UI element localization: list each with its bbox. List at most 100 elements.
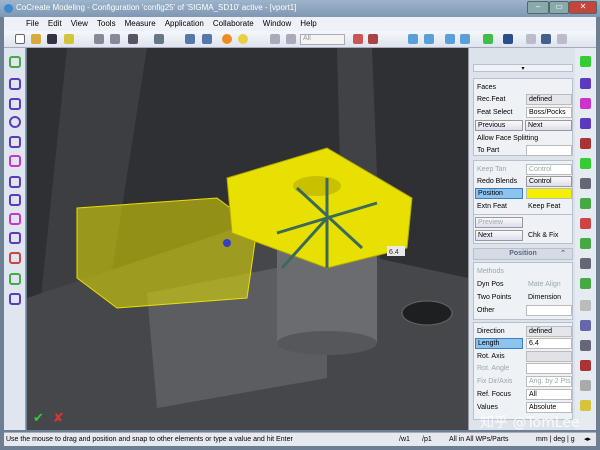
menu-help[interactable]: Help (300, 19, 316, 31)
maximize-button[interactable]: ▭ (549, 1, 569, 14)
menu-measure[interactable]: Measure (125, 19, 156, 31)
trim-icon[interactable] (9, 194, 21, 206)
database-icon[interactable] (580, 400, 591, 411)
faces-radio[interactable]: Faces (477, 82, 496, 93)
open-icon[interactable] (31, 34, 41, 44)
line-icon[interactable] (9, 78, 21, 90)
feature-icon[interactable] (580, 258, 591, 269)
pattern-icon[interactable] (9, 273, 21, 285)
dimension-icon[interactable] (9, 252, 21, 264)
position-section-header[interactable]: Position ⌃ (473, 248, 573, 260)
load-icon[interactable] (64, 34, 74, 44)
undo-icon[interactable] (185, 34, 195, 44)
sketch-icon[interactable] (9, 56, 21, 68)
assembly-icon[interactable] (580, 360, 591, 371)
length-input[interactable]: 6.4 (526, 338, 572, 349)
preview-button[interactable]: Preview (475, 217, 523, 228)
position-field[interactable] (526, 188, 572, 199)
fix-dir-axis-checkbox[interactable]: Fix Dir/Axis (477, 376, 512, 387)
length-button[interactable]: Length (475, 338, 523, 349)
stop-icon[interactable] (483, 34, 493, 44)
lightbulb-icon[interactable] (238, 34, 248, 44)
menu-window[interactable]: Window (263, 19, 291, 31)
filter-icon[interactable] (286, 34, 296, 44)
shell-icon[interactable] (580, 178, 591, 189)
extrude-icon[interactable] (580, 78, 591, 89)
first-icon[interactable] (526, 34, 536, 44)
blend-icon[interactable] (580, 198, 591, 209)
menu-application[interactable]: Application (165, 19, 204, 31)
tools-icon[interactable] (353, 34, 363, 44)
other-dropdown[interactable] (526, 305, 572, 316)
selection-icon[interactable] (154, 34, 164, 44)
info-icon[interactable] (222, 34, 232, 44)
back-icon[interactable] (503, 34, 513, 44)
cut-icon[interactable] (580, 138, 591, 149)
keep-tan-checkbox[interactable]: Keep Tan (477, 164, 506, 175)
previous-button[interactable]: Previous (475, 120, 523, 131)
circle-icon[interactable] (9, 116, 21, 128)
turn-icon[interactable] (580, 98, 591, 109)
chamfer-icon[interactable] (9, 176, 21, 188)
panel-collapse[interactable]: ▾ (473, 64, 573, 72)
fillet-icon[interactable] (9, 155, 21, 167)
position-button[interactable]: Position (475, 188, 523, 199)
3d-viewport[interactable]: 6.4 ✔ ✘ (27, 48, 468, 430)
rec-feat-radio[interactable]: Rec.Feat (477, 94, 505, 105)
mirror-icon[interactable] (9, 293, 21, 305)
rot-axis-field[interactable] (526, 351, 572, 362)
note-icon[interactable] (580, 320, 591, 331)
next-step-button[interactable]: Next (475, 230, 523, 241)
box-icon[interactable] (580, 158, 591, 169)
document-icon[interactable] (580, 300, 591, 311)
pan-icon[interactable] (445, 34, 455, 44)
chk-fix-checkbox[interactable]: Chk & Fix (528, 230, 558, 241)
extn-feat-checkbox[interactable]: Extn Feat (477, 201, 507, 212)
menu-file[interactable]: File (26, 19, 39, 31)
pointer-icon[interactable] (270, 34, 280, 44)
camera-icon[interactable] (541, 34, 551, 44)
menu-tools[interactable]: Tools (97, 19, 116, 31)
arc-icon[interactable] (9, 98, 21, 110)
cancel-icon[interactable]: ✘ (53, 410, 64, 426)
feat-select-dropdown[interactable]: Boss/Pocks (526, 107, 572, 118)
redo-blends-checkbox[interactable]: Redo Blends (477, 176, 517, 187)
fit-view-icon[interactable] (408, 34, 418, 44)
copy-icon[interactable] (94, 34, 104, 44)
zoom-icon[interactable] (460, 34, 470, 44)
status-scroll-arrows[interactable]: ◂▸ (584, 433, 591, 447)
boolean-icon[interactable] (580, 218, 591, 229)
filter-select[interactable]: All (300, 34, 345, 45)
redo-blends-control-button[interactable]: Control (526, 176, 572, 187)
dimension-radio[interactable]: Dimension (528, 292, 561, 303)
ref-focus-dropdown[interactable]: All (526, 389, 572, 400)
keep-feat-checkbox[interactable]: Keep Feat (528, 201, 560, 212)
offset-icon[interactable] (9, 213, 21, 225)
to-part-field[interactable] (526, 145, 572, 156)
two-points-radio[interactable]: Two Points (477, 292, 511, 303)
dyn-pos-radio[interactable]: Dyn Pos (477, 279, 503, 290)
next-button[interactable]: Next (525, 120, 572, 131)
menu-edit[interactable]: Edit (48, 19, 62, 31)
print-icon[interactable] (128, 34, 138, 44)
list-icon[interactable] (580, 380, 591, 391)
minimize-button[interactable]: – (527, 1, 549, 14)
mate-align-radio[interactable]: Mate Align (528, 279, 561, 290)
zoom-window-icon[interactable] (424, 34, 434, 44)
menu-collaborate[interactable]: Collaborate (213, 19, 254, 31)
construction-icon[interactable] (9, 232, 21, 244)
bend-icon[interactable] (580, 118, 591, 129)
rot-angle-field[interactable] (526, 363, 572, 374)
money-icon[interactable] (580, 278, 591, 289)
collapse-icon[interactable]: ⌃ (560, 249, 566, 259)
last-icon[interactable] (557, 34, 567, 44)
spline-icon[interactable] (9, 136, 21, 148)
redo-icon[interactable] (202, 34, 212, 44)
allow-face-splitting-checkbox[interactable]: Allow Face Splitting (477, 133, 538, 144)
paste-icon[interactable] (110, 34, 120, 44)
close-button[interactable]: ✕ (569, 1, 597, 14)
snap-point[interactable] (223, 239, 231, 247)
parts-icon[interactable] (580, 340, 591, 351)
help-icon[interactable] (368, 34, 378, 44)
ang-by-2-pts-field[interactable]: Ang. by 2 Pts (526, 376, 572, 387)
